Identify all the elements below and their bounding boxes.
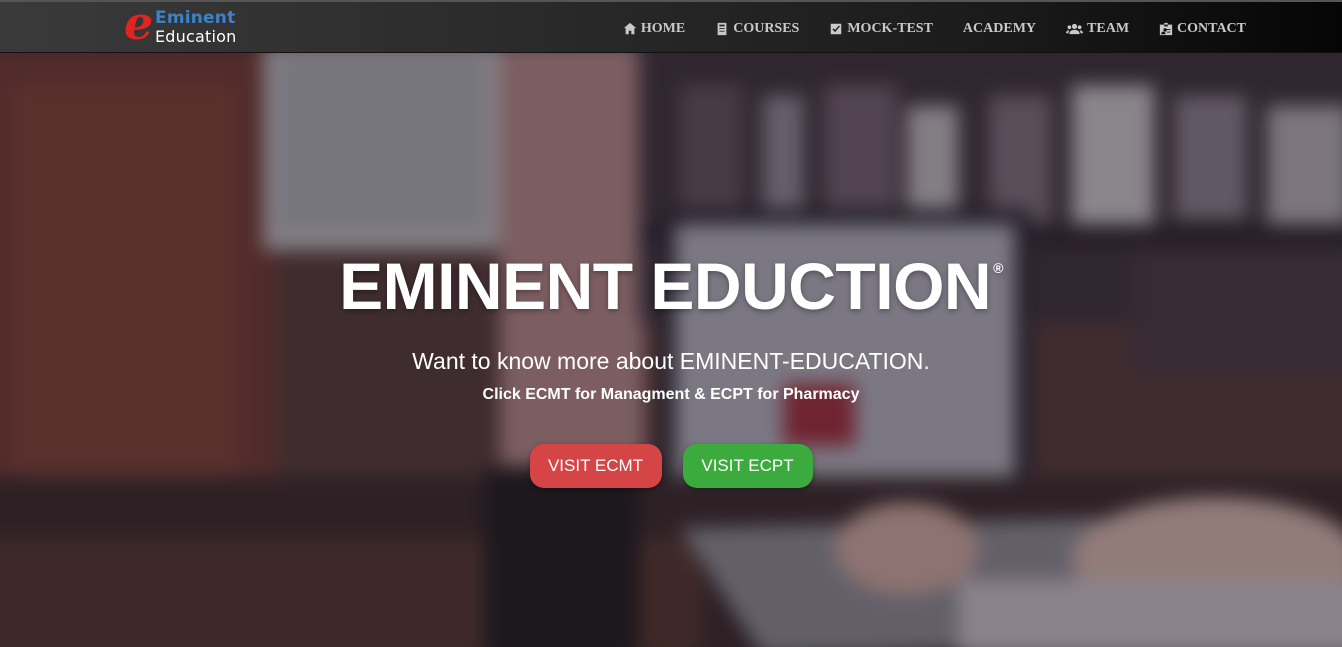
brand-logo[interactable]: e Eminent Education	[124, 0, 254, 52]
nav-item-label: ACADEMY	[962, 20, 1037, 36]
nav-item-label: MOCK-TEST	[847, 20, 933, 36]
home-icon	[623, 22, 636, 34]
visit-ecpt-button[interactable]: VISIT ECPT	[682, 444, 813, 488]
logo-mark: e	[124, 0, 154, 50]
nav-item-contact[interactable]: CONTACT	[1159, 21, 1246, 37]
logo-text-top: Eminent	[155, 8, 236, 28]
hero-buttons: VISIT ECMT VISIT ECPT	[0, 444, 1342, 488]
book-icon	[717, 22, 727, 35]
check-square-icon	[831, 23, 842, 34]
nav-item-courses[interactable]: COURSES	[715, 21, 799, 37]
navbar: e Eminent Education HOME COURSES MOCK-TE…	[0, 0, 1342, 53]
page: e Eminent Education HOME COURSES MOCK-TE…	[0, 0, 1342, 647]
visit-ecmt-button[interactable]: VISIT ECMT	[529, 444, 662, 488]
registered-mark: ®	[993, 260, 1003, 276]
hero-tagline: Click ECMT for Managment & ECPT for Phar…	[482, 386, 860, 403]
logo-text-bottom: Education	[155, 27, 237, 46]
nav-item-label: COURSES	[733, 20, 800, 36]
hero-content: EMINENT EDUCTION ® Want to know more abou…	[0, 53, 1342, 647]
hero-title-text: EMINENT EDUCTION	[339, 249, 992, 323]
nav-item-team[interactable]: TEAM	[1066, 21, 1129, 37]
nav-item-home[interactable]: HOME	[623, 21, 685, 37]
hero-section: EMINENT EDUCTION ® Want to know more abou…	[0, 53, 1342, 647]
hero-subtitle: Want to know more about EMINENT-EDUCATIO…	[412, 348, 930, 374]
nav-item-label: HOME	[640, 20, 686, 36]
nav-item-academy[interactable]: ACADEMY	[963, 21, 1036, 37]
nav-item-mock-test[interactable]: MOCK-TEST	[829, 21, 933, 37]
nav-item-label: CONTACT	[1177, 20, 1246, 36]
nav-item-label: TEAM	[1087, 20, 1130, 36]
hero-title: EMINENT EDUCTION ®	[0, 253, 1342, 319]
main-nav: HOME COURSES MOCK-TEST ACADEMY TEAM CONT…	[623, 2, 1246, 55]
contact-card-icon	[1159, 22, 1173, 35]
users-icon	[1066, 23, 1084, 34]
